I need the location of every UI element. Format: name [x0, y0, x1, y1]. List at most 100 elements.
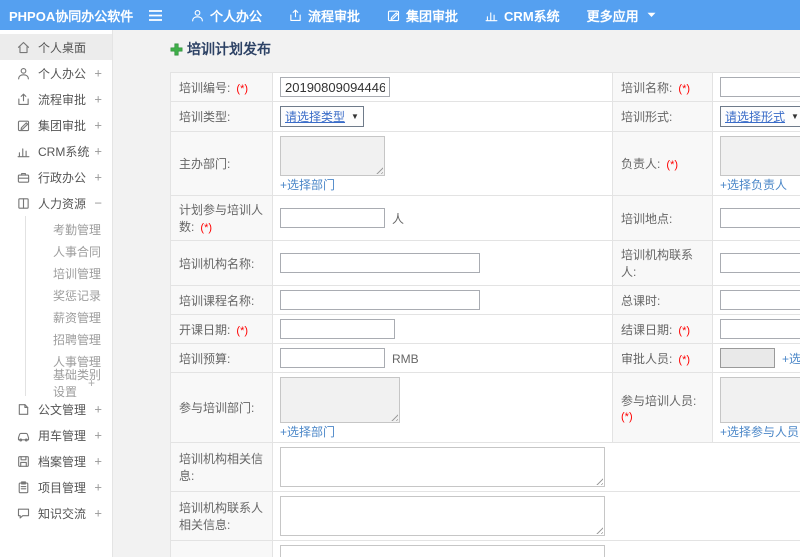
sidebar-item-knowledge-exchange[interactable]: 知识交流 + — [0, 500, 112, 526]
org-contact-field-cell — [712, 240, 800, 286]
training-location-input[interactable] — [720, 208, 800, 228]
expander-plus-icon[interactable]: + — [94, 119, 102, 132]
sidebar-subitem-reward-punish-record[interactable]: 奖惩记录 — [26, 284, 112, 306]
approver-label: 审批人员: (*) — [612, 343, 713, 373]
host-dept-textarea[interactable] — [280, 136, 385, 176]
sidebar-item-admin-office[interactable]: 行政办公 + — [0, 164, 112, 190]
expander-plus-icon[interactable]: + — [94, 171, 102, 184]
expander-plus-icon[interactable]: + — [94, 481, 102, 494]
start-date-input[interactable] — [280, 319, 395, 339]
participating-depts-textarea[interactable] — [280, 377, 400, 423]
project-icon — [17, 480, 30, 494]
org-info-label: 培训机构相关信息: — [170, 442, 273, 492]
course-name-input[interactable] — [280, 290, 480, 310]
expander-plus-icon[interactable]: + — [94, 145, 102, 158]
topnav-workflow-approval[interactable]: 流程审批 — [289, 6, 360, 25]
total-hours-label: 总课时: — [612, 285, 713, 315]
org-contact-info-textarea[interactable] — [280, 496, 605, 536]
org-contact-label: 培训机构联系人: — [612, 240, 713, 286]
topnav-personal-office[interactable]: 个人办公 — [191, 6, 262, 25]
end-date-field-cell — [712, 314, 800, 344]
training-requirements-textarea[interactable] — [280, 545, 605, 557]
org-contact-input[interactable] — [720, 253, 800, 273]
page-title: 培训计划发布 — [170, 39, 800, 59]
leader-textarea[interactable] — [720, 136, 800, 176]
caret-down-icon: ▼ — [791, 112, 799, 121]
sidebar-item-group-approval[interactable]: 集团审批 + — [0, 112, 112, 138]
training-no-input[interactable] — [280, 77, 390, 97]
participants-textarea[interactable] — [720, 377, 800, 423]
host-dept-field-cell: +选择部门 — [272, 131, 613, 196]
course-name-field-cell — [272, 285, 613, 315]
training-name-label: 培训名称: (*) — [612, 72, 713, 102]
participating-depts-select-link[interactable]: +选择部门 — [280, 425, 335, 439]
budget-input[interactable] — [280, 348, 385, 368]
form-row-org-info: 培训机构相关信息: — [170, 442, 800, 492]
expander-plus-icon[interactable]: + — [88, 311, 95, 323]
chat-icon — [17, 507, 30, 520]
leader-select-link[interactable]: +选择负责人 — [720, 178, 787, 192]
sidebar-item-human-resources[interactable]: 人力资源 − — [0, 190, 112, 216]
participants-select-link[interactable]: +选择参与人员 — [720, 425, 799, 439]
org-name-field-cell — [272, 240, 613, 286]
form-row-planned-participants: 计划参与培训人数: (*) 人 培训地点: — [170, 195, 800, 241]
topnav-group-approval[interactable]: 集团审批 — [387, 6, 458, 25]
topnav-crm-system[interactable]: CRM系统 — [485, 6, 560, 25]
expander-plus-icon[interactable]: + — [94, 507, 102, 520]
expander-plus-icon[interactable]: + — [94, 403, 102, 416]
person-icon — [191, 9, 204, 22]
total-hours-input[interactable] — [720, 290, 800, 310]
sidebar-subitem-salary-mgmt[interactable]: 薪资管理 + — [26, 306, 112, 328]
expander-plus-icon[interactable]: + — [88, 377, 95, 389]
sidebar-item-archive-mgmt[interactable]: 档案管理 + — [0, 448, 112, 474]
sidebar-item-vehicle-mgmt[interactable]: 用车管理 + — [0, 422, 112, 448]
expander-plus-icon[interactable]: + — [94, 429, 102, 442]
chart-icon — [485, 9, 498, 22]
training-type-select[interactable]: 请选择类型 ▼ — [280, 106, 364, 127]
sidebar-item-crm-system[interactable]: CRM系统 + — [0, 138, 112, 164]
resize-grip-icon — [594, 476, 603, 485]
training-name-input[interactable] — [720, 77, 800, 97]
caret-down-icon — [647, 12, 656, 18]
person-icon — [17, 67, 30, 80]
sidebar-item-personal-office[interactable]: 个人办公 + — [0, 60, 112, 86]
sidebar-item-project-mgmt[interactable]: 项目管理 + — [0, 474, 112, 500]
expander-plus-icon[interactable]: + — [94, 67, 102, 80]
expander-minus-icon[interactable]: − — [94, 197, 102, 210]
required-marker: (*) — [621, 411, 633, 423]
form-row-participating-depts: 参与培训部门: +选择部门 参与培训人员: (*) +选择参与人员 — [170, 372, 800, 443]
form-row-org-contact-info: 培训机构联系人相关信息: — [170, 491, 800, 541]
topnav-more-apps[interactable]: 更多应用 — [587, 6, 656, 25]
org-name-input[interactable] — [280, 253, 480, 273]
archive-icon — [17, 455, 30, 468]
sidebar-subitem-hr-contract[interactable]: 人事合同 — [26, 240, 112, 262]
chart-icon — [17, 145, 30, 158]
training-form-select[interactable]: 请选择形式 ▼ — [720, 106, 800, 127]
resize-grip-icon — [389, 412, 398, 421]
start-date-label: 开课日期: (*) — [170, 314, 273, 344]
required-marker: (*) — [663, 159, 679, 171]
expander-plus-icon[interactable]: + — [94, 455, 102, 468]
expander-plus-icon[interactable]: + — [88, 333, 95, 345]
planned-participants-input[interactable] — [280, 208, 385, 228]
form-body: 培训编号: (*) 培训名称: (*) 培训类型: 请选择类型▼ 培训形式: 请选择形式▼… — [170, 72, 800, 557]
sidebar-item-personal-desktop[interactable]: 个人桌面 — [0, 34, 112, 60]
approver-input[interactable] — [720, 348, 775, 368]
approver-select-link[interactable]: +选择审批人员 — [782, 352, 800, 366]
org-info-textarea[interactable] — [280, 447, 605, 487]
expander-plus-icon[interactable]: + — [94, 93, 102, 106]
sidebar-subitem-training-mgmt[interactable]: 培训管理 — [26, 262, 112, 284]
book-icon — [17, 197, 30, 210]
hamburger-menu-icon[interactable] — [148, 9, 163, 22]
host-dept-select-link[interactable]: +选择部门 — [280, 178, 335, 192]
training-no-label: 培训编号: (*) — [170, 72, 273, 102]
sidebar-item-workflow-approval[interactable]: 流程审批 + — [0, 86, 112, 112]
end-date-input[interactable] — [720, 319, 800, 339]
edit-icon — [387, 9, 400, 22]
sidebar-subitem-recruitment-mgmt[interactable]: 招聘管理 + — [26, 328, 112, 350]
add-plus-icon — [170, 43, 183, 56]
sidebar-subitem-base-category-settings[interactable]: 基础类别设置 + — [26, 368, 112, 399]
sidebar-subitem-attendance-mgmt[interactable]: 考勤管理 — [26, 218, 112, 240]
sidebar-item-document-mgmt[interactable]: 公文管理 + — [0, 396, 112, 422]
edit-icon — [17, 119, 30, 132]
